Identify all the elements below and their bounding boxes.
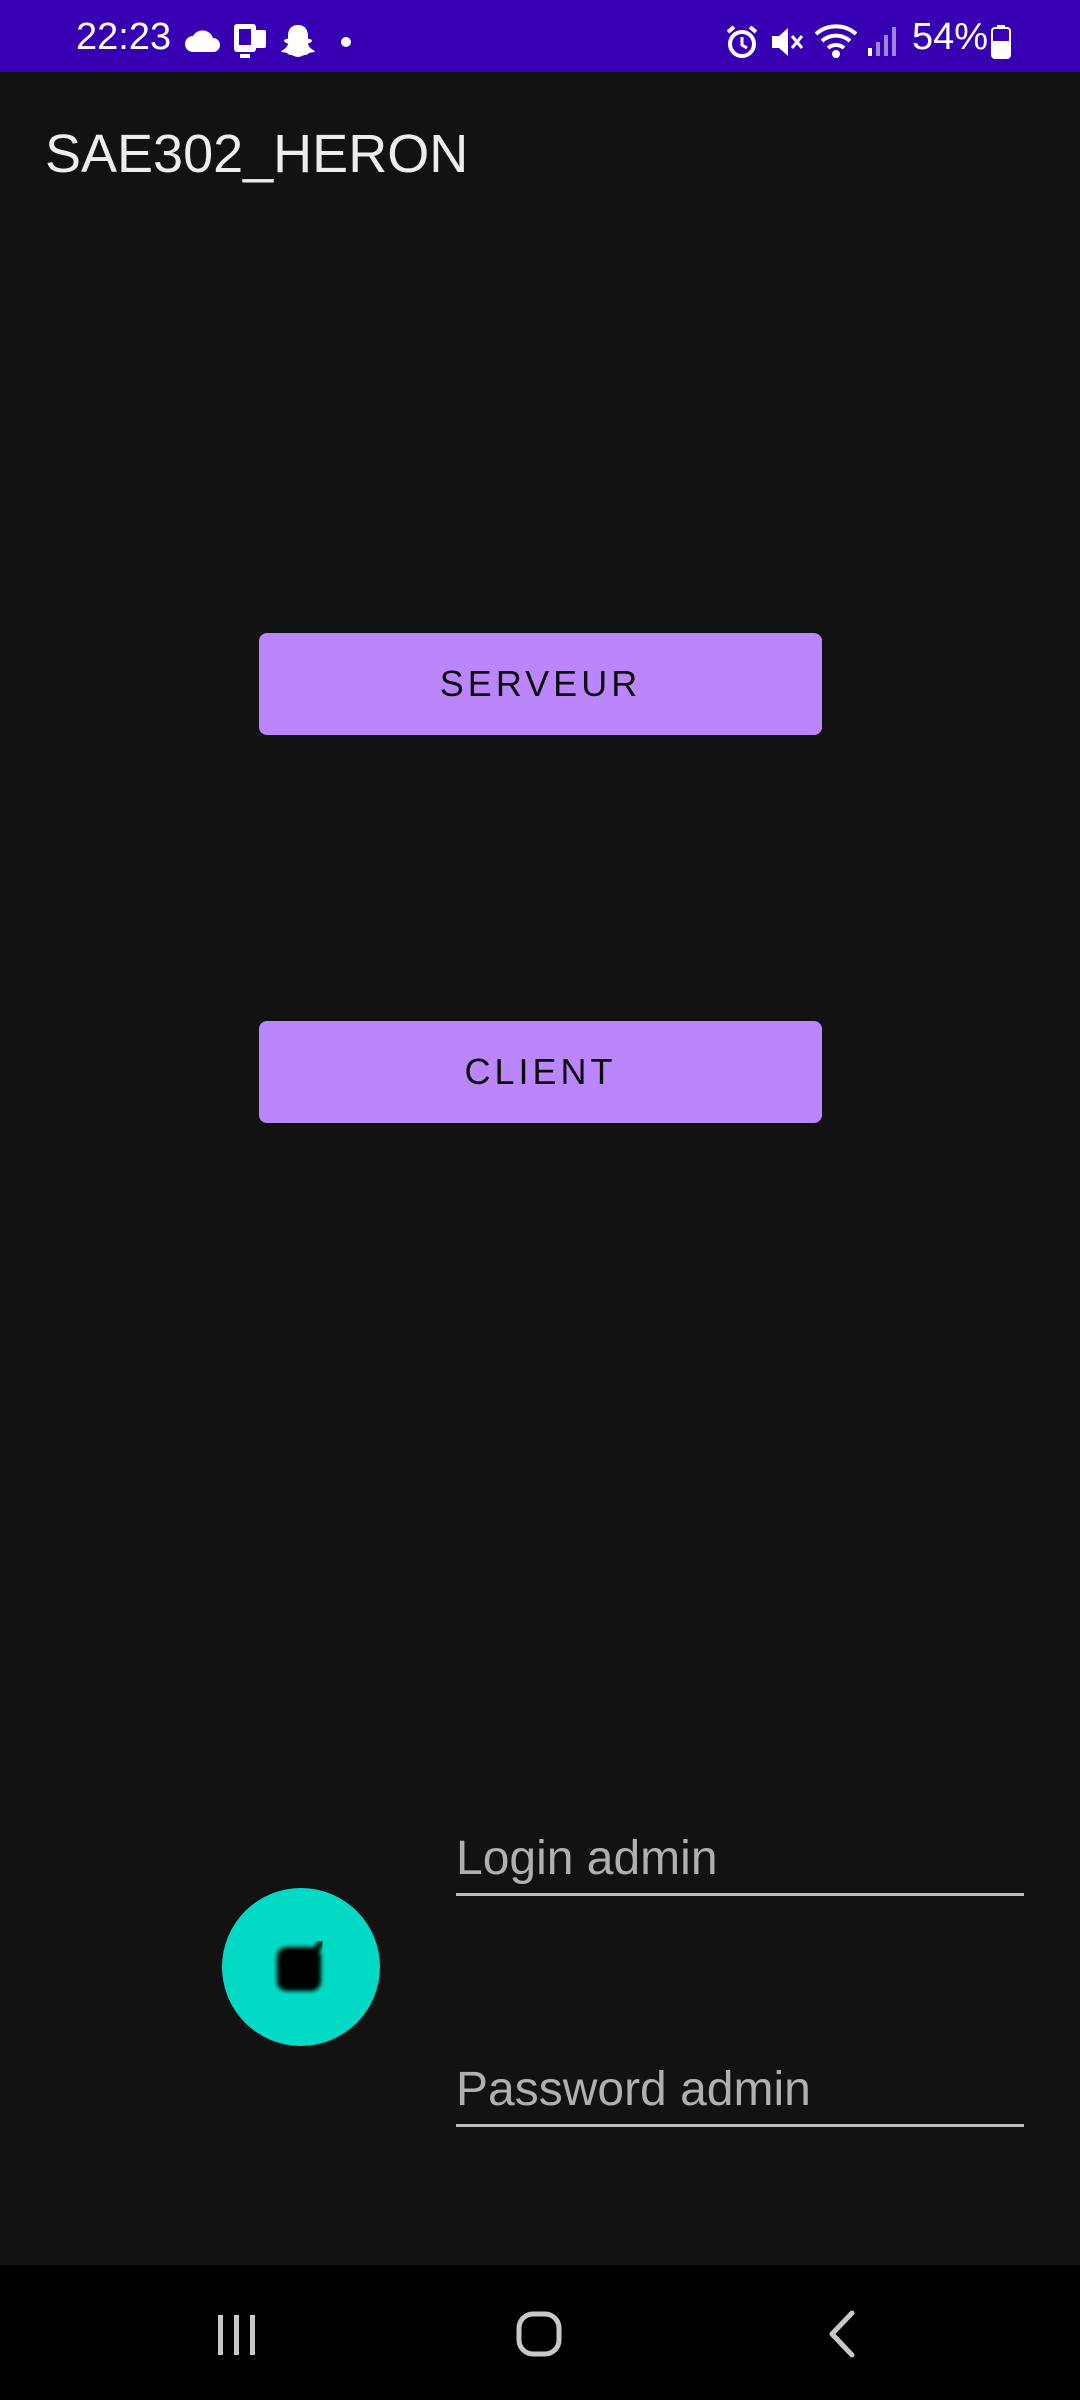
serveur-button[interactable]: SERVEUR bbox=[259, 633, 822, 735]
app-screen: 22:23 54% SAE302_HERON SERVEUR CLIENT Lo… bbox=[0, 0, 1080, 2400]
battery-percent: 54% bbox=[912, 16, 989, 58]
status-time: 22:23 bbox=[76, 16, 172, 58]
home-icon[interactable] bbox=[479, 2285, 599, 2385]
app-title: SAE302_HERON bbox=[45, 124, 469, 184]
alarm-icon bbox=[726, 25, 758, 58]
notification-dot-icon bbox=[341, 37, 351, 47]
client-button[interactable]: CLIENT bbox=[259, 1021, 822, 1123]
signal-icon bbox=[868, 27, 896, 56]
back-icon[interactable] bbox=[782, 2285, 902, 2385]
cloud-icon bbox=[185, 30, 220, 52]
stop-square-icon bbox=[277, 1940, 324, 1991]
login-admin-input[interactable] bbox=[456, 1823, 1024, 1896]
recents-icon[interactable] bbox=[177, 2285, 297, 2385]
admin-fab-button[interactable] bbox=[222, 1888, 380, 2046]
snapchat-icon bbox=[281, 25, 315, 57]
wifi-icon bbox=[814, 24, 858, 58]
navigation-bar bbox=[0, 2265, 1080, 2400]
mute-icon bbox=[772, 28, 804, 56]
status-bar: 22:23 54% bbox=[0, 0, 1080, 72]
password-admin-input[interactable] bbox=[456, 2054, 1024, 2127]
device-icon bbox=[234, 24, 266, 58]
battery-icon bbox=[991, 25, 1011, 59]
